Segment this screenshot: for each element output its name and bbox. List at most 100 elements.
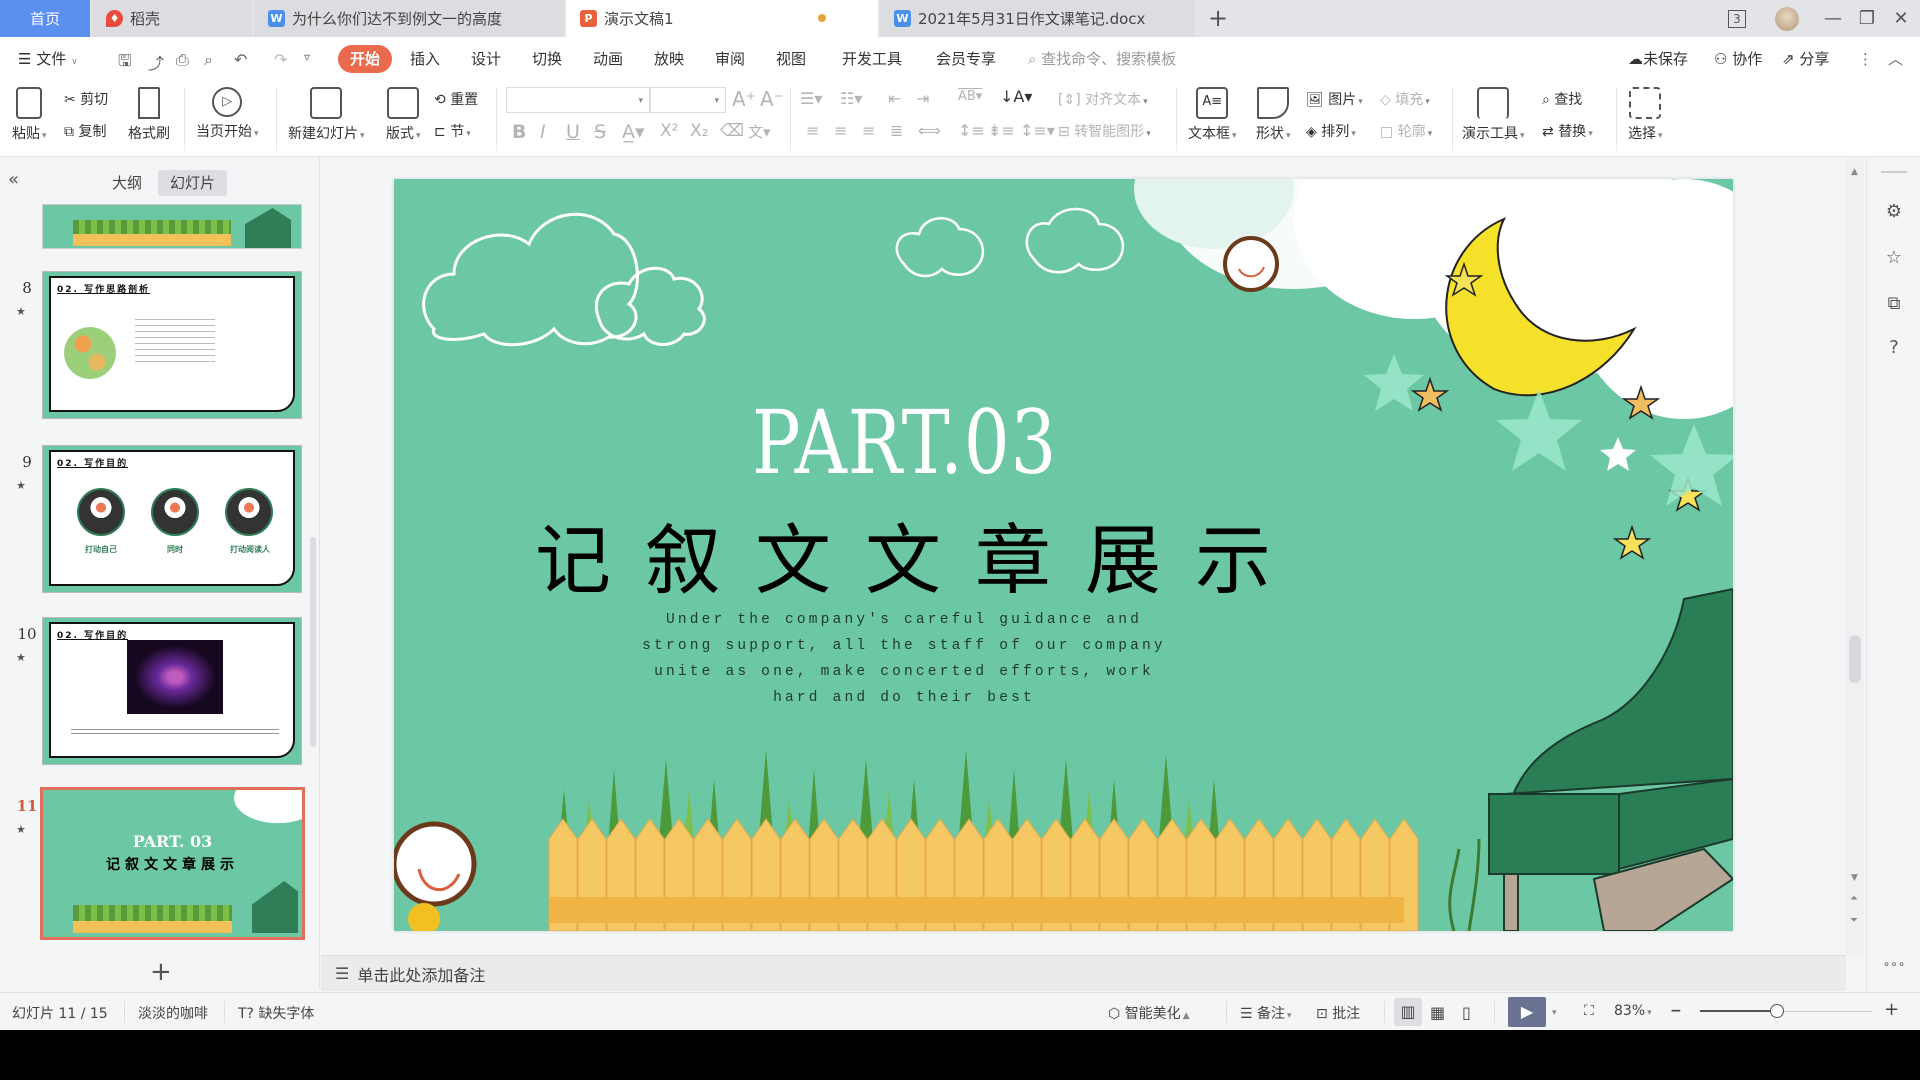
menu-tab-transition[interactable]: 切换 <box>532 45 562 73</box>
slide-transition-icon[interactable]: ⧉ <box>1882 293 1906 317</box>
menu-tab-design[interactable]: 设计 <box>471 45 501 73</box>
collapse-ribbon-icon[interactable]: ︿ <box>1888 45 1903 73</box>
spacing-dropdown-icon[interactable]: ↕≡▾ <box>1020 121 1055 140</box>
select-button[interactable]: 选择 ▾ <box>1628 87 1663 143</box>
theme-name[interactable]: 淡淡的咖啡 <box>138 1003 208 1023</box>
slide-thumbnail-9[interactable]: 02. 写作目的 打动自己 同时 打动阅读人 <box>42 445 302 593</box>
missing-font-button[interactable]: T? 缺失字体 <box>238 1003 314 1023</box>
align-text-button[interactable]: [⇕] 对齐文本 ▾ <box>1058 89 1148 109</box>
numbered-list-icon[interactable]: ☷▾ <box>840 89 862 108</box>
outline-button[interactable]: □ 轮廓 ▾ <box>1380 121 1432 141</box>
layout-button[interactable]: 版式 ▾ <box>386 87 421 143</box>
menu-tab-animation[interactable]: 动画 <box>593 45 623 73</box>
new-slide-button[interactable]: 新建幻灯片 ▾ <box>288 87 365 143</box>
zoom-level[interactable]: 83% ▾ <box>1614 1003 1652 1019</box>
next-slide-icon[interactable]: ⏷ <box>1850 915 1858 926</box>
grow-font-icon[interactable]: A⁺ <box>732 87 756 111</box>
scroll-down-icon[interactable]: ▼ <box>1851 873 1858 883</box>
slide-title[interactable]: 记叙文文章展示 <box>394 499 1412 609</box>
cut-button[interactable]: ✂ 剪切 <box>64 89 108 109</box>
tab-document-2[interactable]: W 2021年5月31日作文课笔记.docx <box>880 0 1194 37</box>
bold-icon[interactable]: B <box>512 121 526 143</box>
collapse-panel-icon[interactable]: « <box>8 169 19 190</box>
redo-icon[interactable]: ↷ <box>274 50 287 69</box>
tab-daoke[interactable]: ♦ 稻壳 <box>92 0 252 37</box>
customize-toolbar-icon[interactable]: ▿ <box>304 50 310 64</box>
smartart-button[interactable]: ⊟ 转智能图形 ▾ <box>1058 121 1151 141</box>
zoom-slider-handle[interactable] <box>1770 1004 1785 1018</box>
slide-thumbnail-11[interactable]: PART. 03 记叙文文章展示 <box>40 787 305 940</box>
tab-slides[interactable]: 幻灯片 <box>158 170 228 196</box>
animation-star-icon[interactable]: ☆ <box>1882 247 1906 271</box>
canvas-scrollbar[interactable]: ▲ ▼ ⏶ ⏷ <box>1846 157 1864 955</box>
zoom-in-button[interactable]: + <box>1884 999 1899 1020</box>
more-options-icon[interactable]: ∘∘∘ <box>1882 957 1906 981</box>
replace-button[interactable]: ⇄ 替换 ▾ <box>1542 121 1593 141</box>
file-menu[interactable]: ☰ 文件 ∨ <box>18 45 78 73</box>
tab-outline[interactable]: 大纲 <box>100 170 154 196</box>
picture-button[interactable]: 🖼 图片 ▾ <box>1306 89 1363 109</box>
help-icon[interactable]: ? <box>1882 337 1906 361</box>
unsaved-status[interactable]: ☁未保存 <box>1628 45 1688 73</box>
scroll-up-icon[interactable]: ▲ <box>1851 167 1858 177</box>
new-tab-button[interactable]: + <box>1204 4 1232 32</box>
menu-tab-developer[interactable]: 开发工具 <box>842 45 902 73</box>
underline-icon[interactable]: U <box>566 121 580 143</box>
paragraph-spacing-icon[interactable]: ⇟≡ <box>988 121 1015 140</box>
menu-tab-insert[interactable]: 插入 <box>410 45 440 73</box>
fill-button[interactable]: ◇ 填充 ▾ <box>1380 89 1430 109</box>
slide-part-heading[interactable]: PART.03 <box>487 391 1322 494</box>
section-button[interactable]: ⊏ 节 ▾ <box>434 121 471 141</box>
distribute-icon[interactable]: ⟺ <box>918 121 941 140</box>
arrange-button[interactable]: ◈ 排列 ▾ <box>1306 121 1356 141</box>
reset-button[interactable]: ⟲ 重置 <box>434 89 478 109</box>
paste-button[interactable]: 粘贴 ▾ <box>12 87 47 143</box>
properties-slider-icon[interactable]: ⚙ <box>1882 201 1906 225</box>
copy-button[interactable]: ⧉ 复制 <box>64 121 106 141</box>
normal-view-icon[interactable]: ▥ <box>1394 998 1422 1026</box>
find-button[interactable]: ⌕ 查找 <box>1542 89 1582 109</box>
window-count-button[interactable]: 3 <box>1722 0 1752 37</box>
pinyin-icon[interactable]: 文▾ <box>748 121 771 142</box>
user-avatar[interactable] <box>1770 0 1804 37</box>
notes-toggle-button[interactable]: ☰ 备注 ▾ <box>1240 1003 1292 1023</box>
decrease-indent-icon[interactable]: ⇤ <box>888 89 901 108</box>
menu-tab-view[interactable]: 视图 <box>776 45 806 73</box>
restore-button[interactable]: ❐ <box>1850 0 1884 37</box>
slide-thumbnail-7[interactable] <box>42 204 302 249</box>
smart-beautify-button[interactable]: ⬡ 智能美化 ▲ <box>1108 1003 1190 1023</box>
minimize-button[interactable]: — <box>1816 0 1850 37</box>
bullet-list-icon[interactable]: ☰▾ <box>800 89 822 108</box>
scrollbar-thumb[interactable] <box>1849 635 1861 683</box>
close-button[interactable]: ✕ <box>1884 0 1918 37</box>
print-icon[interactable]: ⎙ <box>176 50 189 70</box>
superscript-icon[interactable]: X² <box>660 121 678 141</box>
line-spacing-icon[interactable]: ↕≡ <box>958 121 985 140</box>
tab-document-1[interactable]: W 为什么你们达不到例文一的高度 <box>254 0 564 37</box>
command-search[interactable]: ⌕ 查找命令、搜索模板 <box>1028 45 1176 73</box>
shrink-font-icon[interactable]: A⁻ <box>760 87 784 111</box>
font-size-select[interactable]: ▾ <box>650 87 726 113</box>
slide-thumbnail-10[interactable]: 02. 写作目的 <box>42 617 302 765</box>
export-icon[interactable]: ⤴ <box>148 50 164 74</box>
menu-tab-slideshow[interactable]: 放映 <box>654 45 684 73</box>
slide-sorter-view-icon[interactable]: ▦ <box>1430 1003 1445 1022</box>
save-icon[interactable]: 🖫 <box>118 50 132 77</box>
subscript-icon[interactable]: X₂ <box>690 121 708 141</box>
slide-body-text[interactable]: Under the company's careful guidance and… <box>634 607 1174 711</box>
play-from-current-button[interactable]: ▷ 当页开始 ▾ <box>196 87 259 141</box>
format-painter-button[interactable]: 格式刷 <box>128 87 170 143</box>
align-left-icon[interactable]: ≡ <box>806 121 819 140</box>
justify-icon[interactable]: ≣ <box>890 121 903 140</box>
fit-window-icon[interactable]: ⛶ <box>1584 1003 1594 1019</box>
font-color-icon[interactable]: A̲▾ <box>622 121 645 143</box>
current-slide[interactable]: PART.03 记叙文文章展示 Under the company's care… <box>394 179 1733 931</box>
zoom-out-button[interactable]: − <box>1670 1003 1682 1019</box>
menu-tab-member[interactable]: 会员专享 <box>936 45 996 73</box>
menu-tab-home[interactable]: 开始 <box>338 45 393 73</box>
strikethrough-icon[interactable]: S <box>594 121 606 143</box>
collaborate-button[interactable]: ⚇ 协作 <box>1714 45 1762 73</box>
add-slide-button[interactable]: + <box>150 957 172 987</box>
thumbnail-scrollbar[interactable] <box>310 537 316 747</box>
increase-indent-icon[interactable]: ⇥ <box>916 89 929 108</box>
